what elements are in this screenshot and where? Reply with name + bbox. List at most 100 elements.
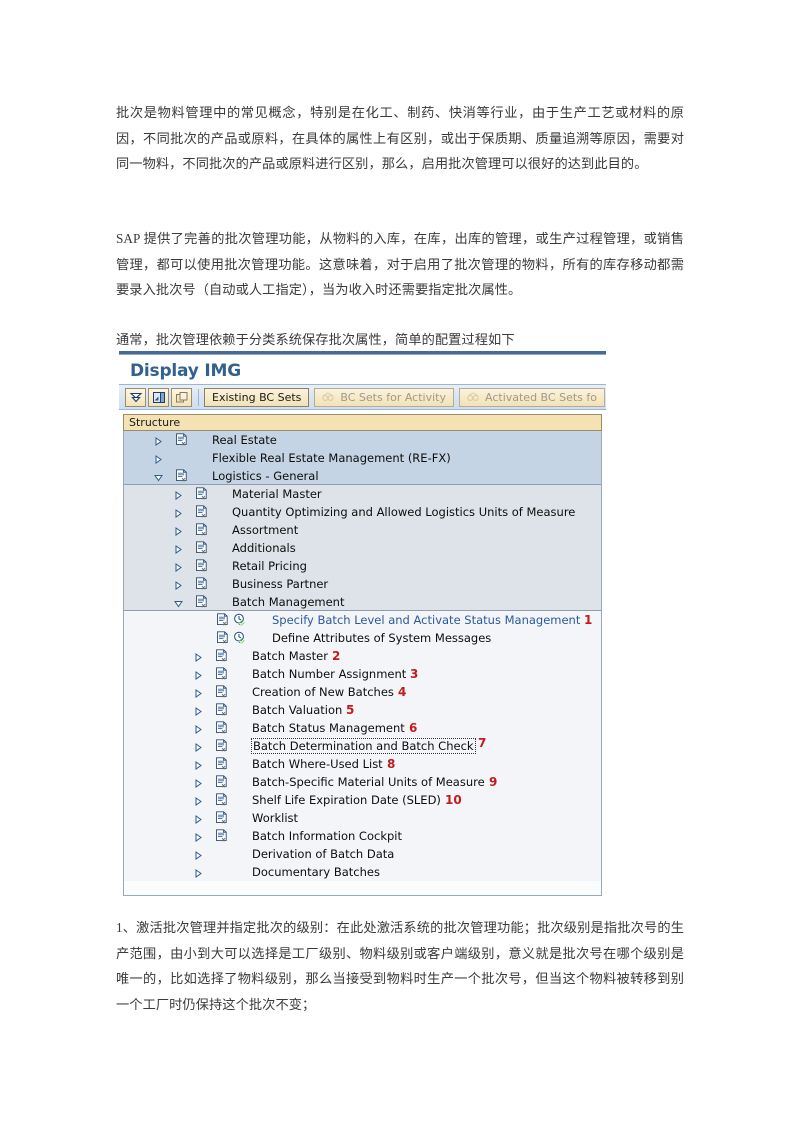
- tree-row[interactable]: Batch Management: [124, 593, 601, 611]
- bc-sets-icon: [467, 392, 480, 402]
- tree-row-label[interactable]: Documentary Batches: [252, 865, 380, 879]
- tree-row[interactable]: Batch-Specific Material Units of Measure: [124, 773, 601, 791]
- tree-row-label[interactable]: Quantity Optimizing and Allowed Logistic…: [232, 505, 575, 519]
- tree-row[interactable]: Batch Information Cockpit: [124, 827, 601, 845]
- activated-bc-sets-button[interactable]: Activated BC Sets fo: [459, 387, 605, 407]
- tree-row[interactable]: Assortment: [124, 521, 601, 539]
- img-structure-tree[interactable]: Real Estate Flexible Real Estate Manageme…: [123, 431, 602, 896]
- tree-row[interactable]: Batch Where-Used List: [124, 755, 601, 773]
- tree-row-label[interactable]: Shelf Life Expiration Date (SLED): [252, 793, 441, 807]
- tree-row-label[interactable]: Assortment: [232, 523, 298, 537]
- annotation-number: 2: [332, 649, 341, 663]
- tree-row[interactable]: Batch Master: [124, 647, 601, 665]
- tree-expand-arrow-closed-icon[interactable]: [194, 849, 203, 860]
- annotation-number: 10: [445, 793, 462, 807]
- tree-row-label[interactable]: Batch Status Management: [252, 721, 405, 735]
- tree-row-label[interactable]: Batch Where-Used List: [252, 757, 383, 771]
- tree-row-label[interactable]: Material Master: [232, 487, 322, 501]
- tree-expand-arrow-closed-icon[interactable]: [194, 831, 203, 842]
- tree-expand-arrow-closed-icon[interactable]: [174, 507, 183, 518]
- tree-row[interactable]: Specify Batch Level and Activate Status …: [124, 611, 601, 629]
- tree-row[interactable]: Define Attributes of System Messages: [124, 629, 601, 647]
- tree-row[interactable]: Documentary Batches: [124, 863, 601, 881]
- tree-row[interactable]: Material Master: [124, 485, 601, 503]
- tree-expand-arrow-closed-icon[interactable]: [154, 453, 163, 464]
- tree-expand-arrow-open-icon[interactable]: [174, 597, 183, 608]
- tree-expand-arrow-closed-icon[interactable]: [194, 759, 203, 770]
- tree-row-label[interactable]: Batch Information Cockpit: [252, 829, 402, 843]
- tree-row-label[interactable]: Creation of New Batches: [252, 685, 394, 699]
- tree-expand-arrow-closed-icon[interactable]: [194, 813, 203, 824]
- tree-expand-arrow-closed-icon[interactable]: [174, 543, 183, 554]
- img-document-icon: [195, 577, 208, 590]
- tree-row-label[interactable]: Batch Determination and Batch Check: [251, 738, 476, 754]
- existing-bc-sets-button[interactable]: Existing BC Sets: [204, 387, 310, 407]
- tree-row[interactable]: Batch Number Assignment: [124, 665, 601, 683]
- tree-expand-arrow-closed-icon[interactable]: [194, 723, 203, 734]
- activated-bc-sets-label: Activated BC Sets fo: [485, 390, 597, 404]
- tree-row[interactable]: Batch Status Management: [124, 719, 601, 737]
- annotation-number: 9: [489, 775, 498, 789]
- paragraph-config-lead-in: 通常，批次管理依赖于分类系统保存批次属性，简单的配置过程如下: [116, 332, 515, 347]
- bc-sets-for-activity-button[interactable]: BC Sets for Activity: [314, 387, 454, 407]
- tree-row[interactable]: Batch Valuation: [124, 701, 601, 719]
- tree-row-label[interactable]: Worklist: [252, 811, 298, 825]
- tree-row[interactable]: Retail Pricing: [124, 557, 601, 575]
- tree-row-label[interactable]: Batch Master: [252, 649, 328, 663]
- expand-node-icon[interactable]: [148, 387, 169, 407]
- tree-expand-arrow-closed-icon[interactable]: [154, 435, 163, 446]
- tree-expand-arrow-closed-icon[interactable]: [174, 561, 183, 572]
- window-title-area: Display IMG: [119, 355, 606, 383]
- img-document-icon: [195, 487, 208, 500]
- tree-row[interactable]: Business Partner: [124, 575, 601, 593]
- tree-row[interactable]: Derivation of Batch Data: [124, 845, 601, 863]
- tree-expand-arrow-closed-icon[interactable]: [194, 651, 203, 662]
- tree-row-label[interactable]: Batch Management: [232, 595, 344, 609]
- tree-expand-arrow-closed-icon[interactable]: [194, 705, 203, 716]
- img-document-icon: [216, 613, 229, 626]
- img-activity-clock-icon[interactable]: [233, 613, 246, 626]
- tree-row[interactable]: Flexible Real Estate Management (RE-FX): [124, 449, 601, 467]
- img-document-icon: [175, 469, 188, 482]
- tree-expand-arrow-closed-icon[interactable]: [174, 525, 183, 536]
- annotation-number: 8: [387, 757, 396, 771]
- tree-row-label[interactable]: Real Estate: [212, 433, 277, 447]
- tree-expand-arrow-open-icon[interactable]: [154, 471, 163, 482]
- tree-row[interactable]: Worklist: [124, 809, 601, 827]
- tree-expand-arrow-closed-icon[interactable]: [174, 489, 183, 500]
- page-title: Display IMG: [130, 361, 241, 381]
- annotation-number: 1: [584, 613, 593, 627]
- tree-row[interactable]: Creation of New Batches: [124, 683, 601, 701]
- tree-row-label[interactable]: Business Partner: [232, 577, 328, 591]
- collapse-all-icon[interactable]: [125, 387, 146, 407]
- tree-expand-arrow-closed-icon[interactable]: [194, 741, 203, 752]
- paragraph-sap-overview: SAP 提供了完善的批次管理功能，从物料的入库，在库，出库的管理，或生产过程管理…: [116, 231, 684, 297]
- tree-expand-arrow-closed-icon[interactable]: [194, 795, 203, 806]
- tree-row[interactable]: Logistics - General: [124, 467, 601, 485]
- tree-row-label[interactable]: Retail Pricing: [232, 559, 307, 573]
- copy-icon[interactable]: [171, 387, 192, 407]
- tree-expand-arrow-closed-icon[interactable]: [174, 579, 183, 590]
- tree-row[interactable]: Real Estate: [124, 431, 601, 449]
- tree-expand-arrow-closed-icon[interactable]: [194, 777, 203, 788]
- tree-expand-arrow-closed-icon[interactable]: [194, 867, 203, 878]
- img-document-icon: [195, 523, 208, 536]
- img-document-icon: [215, 721, 228, 734]
- tree-row-label[interactable]: Logistics - General: [212, 469, 319, 483]
- tree-row[interactable]: Shelf Life Expiration Date (SLED): [124, 791, 601, 809]
- tree-expand-arrow-closed-icon[interactable]: [194, 669, 203, 680]
- tree-row-label[interactable]: Derivation of Batch Data: [252, 847, 394, 861]
- annotation-number: 7: [478, 736, 487, 750]
- tree-row-label[interactable]: Batch-Specific Material Units of Measure: [252, 775, 485, 789]
- tree-row[interactable]: Quantity Optimizing and Allowed Logistic…: [124, 503, 601, 521]
- tree-expand-arrow-closed-icon[interactable]: [194, 687, 203, 698]
- tree-row-label[interactable]: Flexible Real Estate Management (RE-FX): [212, 451, 451, 465]
- tree-row-label[interactable]: Batch Number Assignment: [252, 667, 406, 681]
- img-activity-clock-icon[interactable]: [233, 631, 246, 644]
- tree-row-label[interactable]: Specify Batch Level and Activate Status …: [272, 613, 580, 627]
- tree-row-label[interactable]: Batch Valuation: [252, 703, 342, 717]
- tree-row[interactable]: Batch Determination and Batch Check: [124, 737, 601, 755]
- tree-row-label[interactable]: Additionals: [232, 541, 296, 555]
- tree-row[interactable]: Additionals: [124, 539, 601, 557]
- tree-row-label[interactable]: Define Attributes of System Messages: [272, 631, 491, 645]
